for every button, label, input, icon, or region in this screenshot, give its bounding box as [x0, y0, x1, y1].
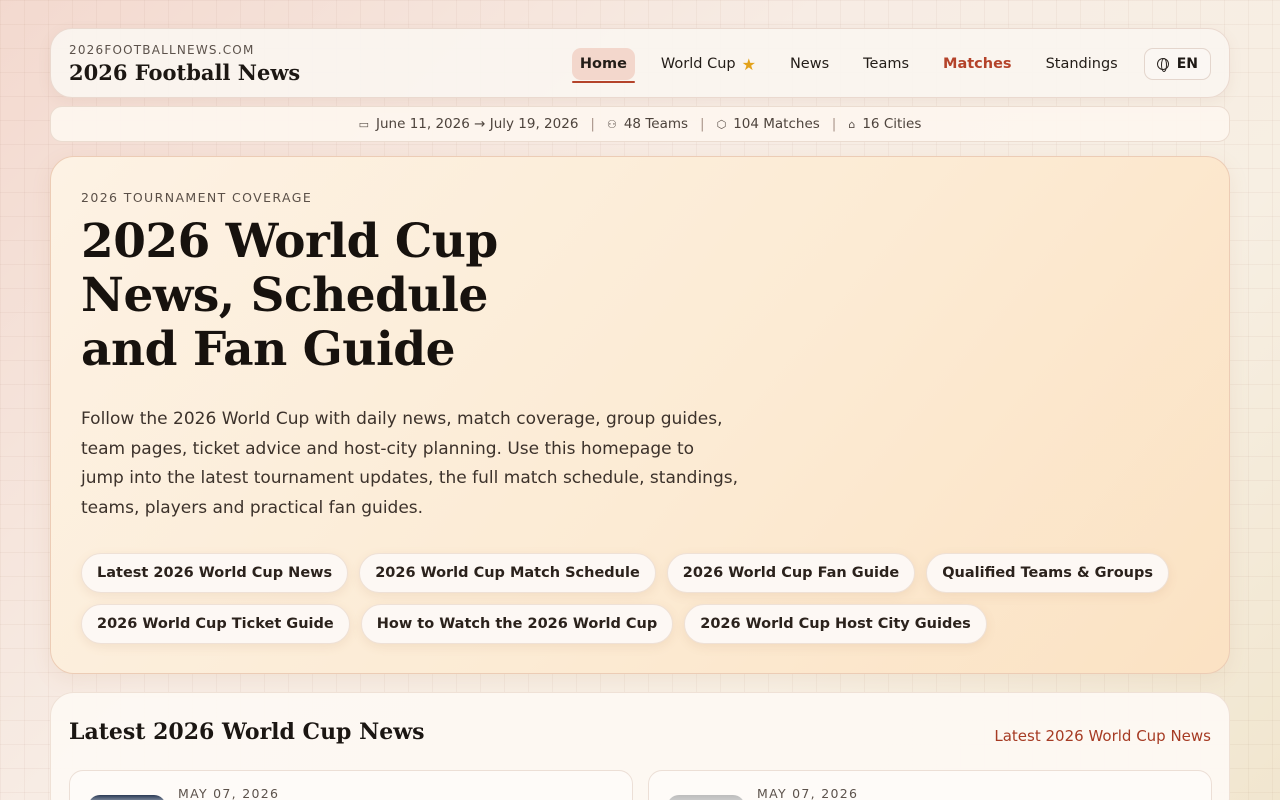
chip-latest-news[interactable]: Latest 2026 World Cup News — [81, 553, 349, 593]
info-dates: ▭ June 11, 2026 → July 19, 2026 — [359, 116, 579, 132]
news-card[interactable]: MAY 07, 2026 — [648, 770, 1212, 800]
nav-world-cup[interactable]: World Cup ★ — [653, 48, 764, 80]
ball-icon: ⬡ — [716, 117, 727, 131]
calendar-icon: ▭ — [358, 117, 370, 131]
section-title: Latest 2026 World Cup News — [69, 719, 425, 745]
quick-links: Latest 2026 World Cup News 2026 World Cu… — [81, 553, 1181, 655]
brand-title[interactable]: 2026 Football News — [69, 60, 300, 85]
nav-home-label: Home — [579, 56, 627, 72]
chip-teams-groups[interactable]: Qualified Teams & Groups — [926, 553, 1169, 593]
chip-fan-guide[interactable]: 2026 World Cup Fan Guide — [666, 553, 916, 593]
nav-teams-label: Teams — [863, 56, 910, 72]
nav-news-label: News — [789, 56, 830, 72]
news-thumbnail[interactable] — [88, 795, 166, 800]
chip-how-to-watch[interactable]: How to Watch the 2026 World Cup — [360, 604, 674, 644]
nav-news[interactable]: News — [782, 48, 837, 80]
info-cities-text: 16 Cities — [862, 116, 922, 132]
info-separator: | — [700, 116, 705, 132]
nav-matches[interactable]: Matches — [935, 48, 1020, 80]
latest-news-section: Latest 2026 World Cup News Latest 2026 W… — [50, 692, 1230, 800]
hero-title: 2026 World Cup News, Schedule and Fan Gu… — [81, 215, 641, 377]
info-dates-text: June 11, 2026 → July 19, 2026 — [376, 116, 579, 132]
globe-icon — [1156, 58, 1169, 72]
language-selector[interactable]: EN — [1143, 48, 1211, 80]
star-icon: ★ — [741, 54, 756, 74]
nav-world-cup-label: World Cup — [660, 56, 736, 72]
chip-ticket-guide[interactable]: 2026 World Cup Ticket Guide — [81, 604, 350, 644]
hero-section: 2026 TOURNAMENT COVERAGE 2026 World Cup … — [50, 156, 1230, 674]
chip-row: 2026 World Cup Ticket Guide How to Watch… — [81, 604, 1181, 644]
hero-title-line: News, Schedule — [81, 268, 488, 323]
info-cities: ⌂ 16 Cities — [848, 116, 921, 132]
news-date: MAY 07, 2026 — [178, 786, 280, 800]
chip-host-city-guides[interactable]: 2026 World Cup Host City Guides — [684, 604, 987, 644]
hero-description: Follow the 2026 World Cup with daily new… — [81, 409, 738, 518]
nav-standings[interactable]: Standings — [1038, 48, 1126, 80]
hero-title-line: and Fan Guide — [81, 322, 456, 377]
news-thumbnail[interactable] — [667, 795, 745, 800]
nav-home[interactable]: Home — [571, 48, 635, 83]
news-card[interactable]: MAY 07, 2026 — [69, 770, 633, 800]
news-date: MAY 07, 2026 — [757, 786, 859, 800]
info-matches-text: 104 Matches — [733, 116, 820, 132]
hero-eyebrow: 2026 TOURNAMENT COVERAGE — [81, 190, 313, 205]
teams-icon: ⚇ — [606, 117, 617, 131]
info-matches: ⬡ 104 Matches — [717, 116, 820, 132]
hero-title-line: 2026 World Cup — [81, 214, 498, 269]
nav-standings-label: Standings — [1045, 56, 1118, 72]
building-icon: ⌂ — [848, 117, 856, 131]
latest-news-link[interactable]: Latest 2026 World Cup News — [994, 727, 1211, 745]
info-teams: ⚇ 48 Teams — [607, 116, 688, 132]
tournament-info-strip: ▭ June 11, 2026 → July 19, 2026 | ⚇ 48 T… — [50, 106, 1230, 142]
info-teams-text: 48 Teams — [623, 116, 689, 132]
main-nav: Home World Cup ★ News Teams Matches Stan… — [554, 47, 1211, 83]
brand-domain[interactable]: 2026FOOTBALLNEWS.COM — [69, 43, 255, 57]
site-header: 2026FOOTBALLNEWS.COM 2026 Football News … — [50, 28, 1230, 98]
nav-teams[interactable]: Teams — [855, 48, 917, 80]
nav-matches-label: Matches — [943, 56, 1012, 72]
info-separator: | — [590, 116, 595, 132]
chip-row: Latest 2026 World Cup News 2026 World Cu… — [81, 553, 1181, 593]
language-label: EN — [1176, 56, 1198, 72]
chip-match-schedule[interactable]: 2026 World Cup Match Schedule — [359, 553, 656, 593]
info-separator: | — [831, 116, 837, 132]
